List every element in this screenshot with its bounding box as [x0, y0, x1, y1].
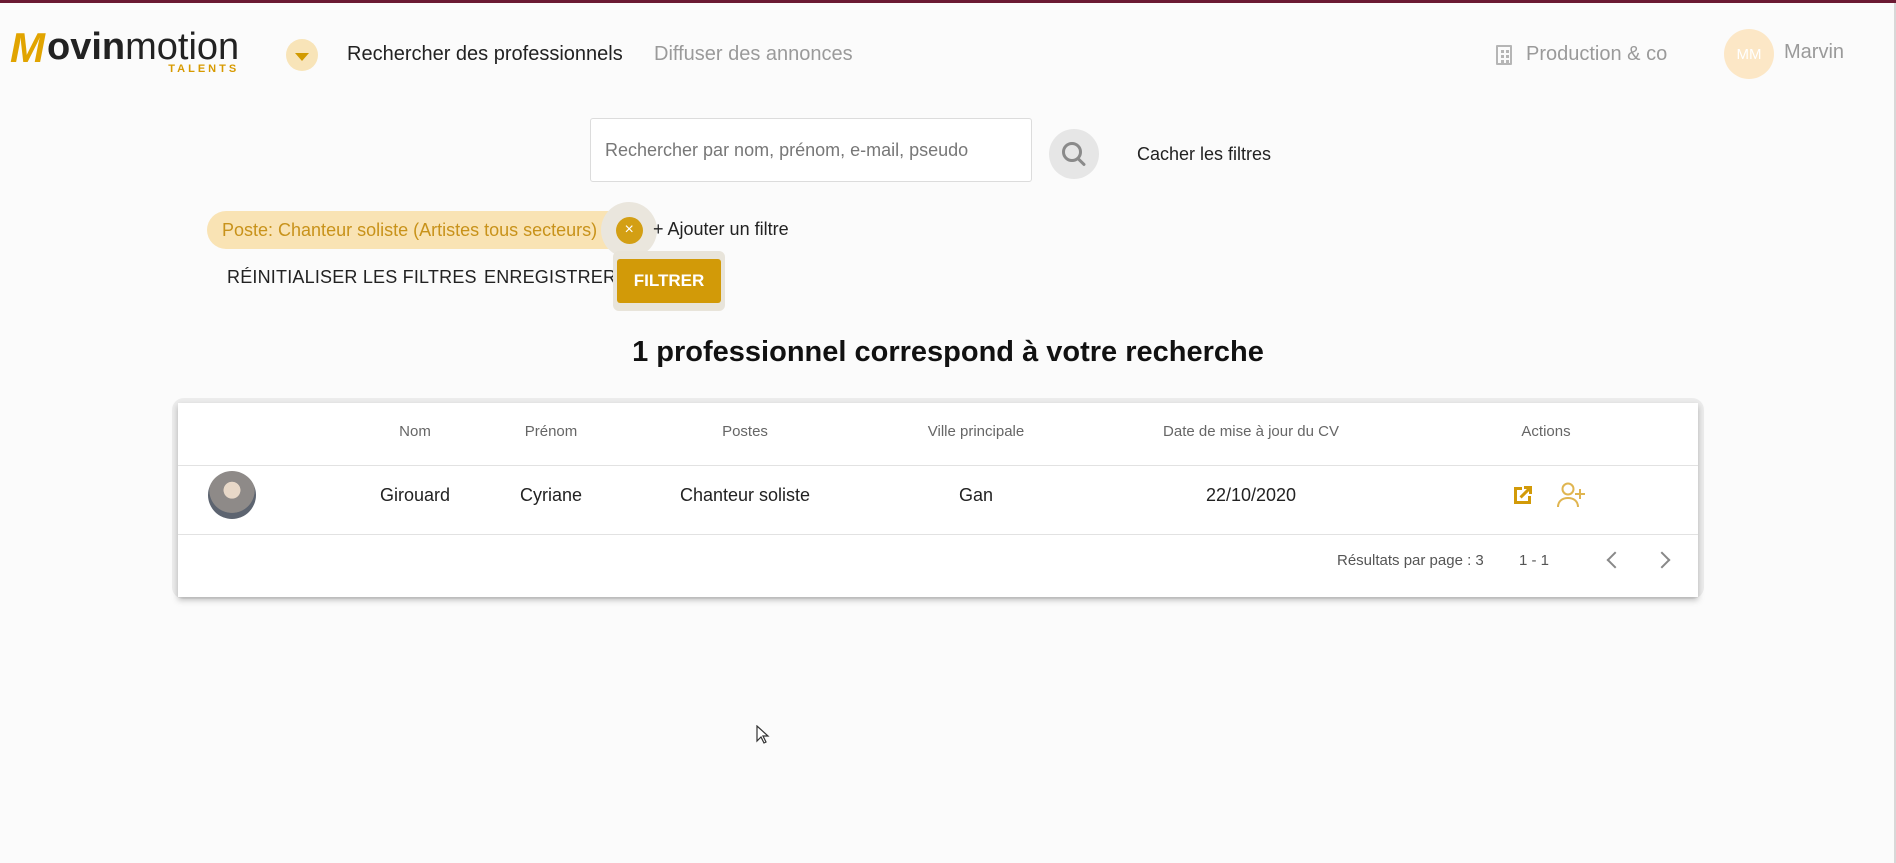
- building-icon: [1496, 44, 1512, 65]
- add-user-icon[interactable]: [1556, 481, 1586, 509]
- column-header-prenom[interactable]: Prénom: [525, 423, 578, 440]
- brand-logo[interactable]: M ovinmotion TALENTS: [10, 27, 239, 77]
- chevron-right-icon[interactable]: [1653, 549, 1675, 571]
- cell-prenom: Cyriane: [519, 485, 583, 505]
- avatar: MM: [1724, 29, 1774, 79]
- apply-filter-button[interactable]: FILTRER: [617, 259, 721, 303]
- nav-post-ads[interactable]: Diffuser des annonces: [654, 43, 853, 66]
- avatar: [208, 471, 256, 519]
- open-external-icon[interactable]: [1511, 483, 1535, 507]
- brand-menu-toggle[interactable]: [286, 39, 318, 71]
- save-filters-button[interactable]: ENREGISTRER: [484, 267, 616, 288]
- cell-nom: Girouard: [379, 485, 451, 505]
- pagination-range: 1 - 1: [1519, 552, 1550, 569]
- results-table: Nom Prénom Postes Ville principale Date …: [178, 403, 1698, 597]
- company-name: Production & co: [1526, 43, 1668, 65]
- column-header-postes[interactable]: Postes: [722, 423, 768, 440]
- cell-date-cv: 22/10/2020: [1205, 485, 1297, 505]
- logo-word-light: motion: [125, 26, 240, 68]
- column-header-actions: Actions: [1521, 423, 1571, 440]
- search-button[interactable]: [1049, 129, 1099, 179]
- hide-filters-link[interactable]: Cacher les filtres: [1137, 144, 1271, 165]
- add-filter-button[interactable]: + Ajouter un filtre: [653, 219, 789, 240]
- logo-subtitle: TALENTS: [168, 63, 240, 75]
- logo-mark: M: [10, 24, 45, 71]
- search-input[interactable]: [590, 118, 1032, 182]
- mouse-cursor-icon: [756, 725, 770, 744]
- column-header-date-cv[interactable]: Date de mise à jour du CV: [1163, 423, 1339, 440]
- close-icon[interactable]: ×: [615, 216, 643, 244]
- search-icon: [1062, 142, 1082, 162]
- cell-poste: Chanteur soliste: [679, 485, 811, 505]
- chevron-down-icon: [295, 52, 309, 61]
- cell-ville: Gan: [958, 485, 994, 505]
- user-menu[interactable]: MM Marvin: [1724, 29, 1844, 79]
- logo-word-bold: ovin: [47, 26, 126, 68]
- results-per-page[interactable]: Résultats par page : 3: [1337, 552, 1484, 569]
- column-header-ville[interactable]: Ville principale: [928, 423, 1024, 440]
- column-header-nom[interactable]: Nom: [399, 423, 431, 440]
- filter-chip-position: Poste: Chanteur soliste (Artistes tous s…: [207, 202, 658, 258]
- reset-filters-button[interactable]: RÉINITIALISER LES FILTRES: [227, 267, 477, 288]
- results-title: 1 professionnel correspond à votre reche…: [632, 336, 1264, 368]
- filter-chip-label: Poste: Chanteur soliste (Artistes tous s…: [222, 219, 598, 240]
- user-name: Marvin: [1784, 40, 1845, 63]
- company-selector[interactable]: Production & co: [1496, 43, 1667, 66]
- chevron-left-icon[interactable]: [1602, 549, 1624, 571]
- nav-search-professionals[interactable]: Rechercher des professionnels: [347, 43, 623, 66]
